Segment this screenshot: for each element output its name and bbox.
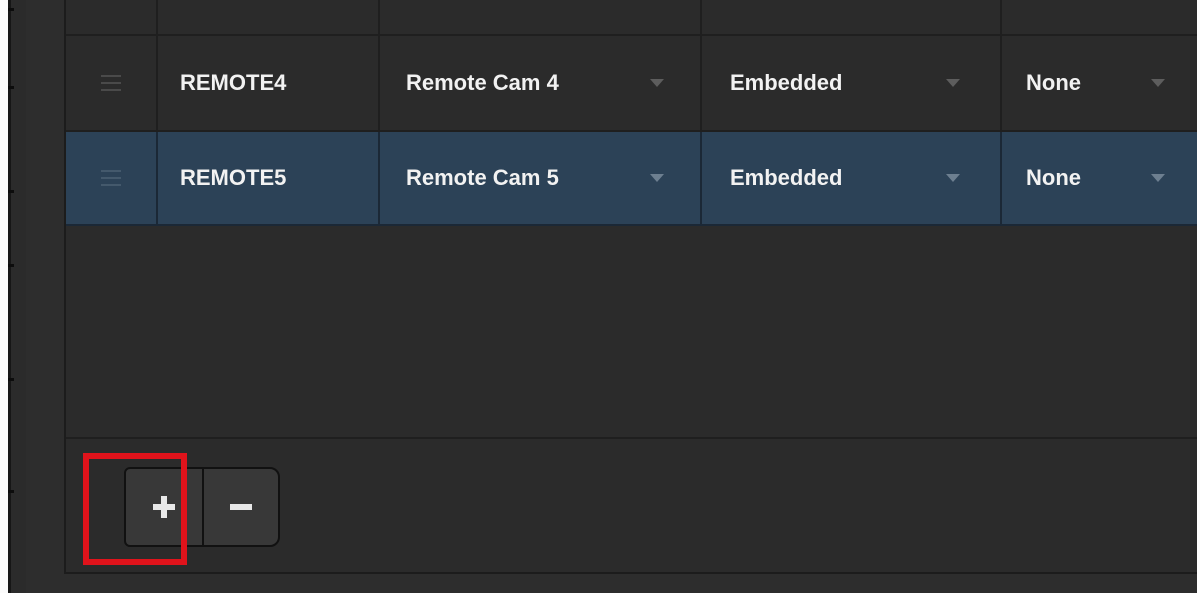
plus-icon xyxy=(153,496,175,518)
chevron-down-icon xyxy=(650,174,664,182)
edge-tick xyxy=(8,8,14,11)
left-panel-edge xyxy=(8,0,26,593)
audio-select[interactable]: Embedded xyxy=(702,36,1002,130)
chevron-down-icon xyxy=(650,79,664,87)
edge-tick xyxy=(8,378,14,381)
drag-handle[interactable] xyxy=(66,132,158,224)
edge-tick xyxy=(8,86,14,89)
camera-cell xyxy=(380,0,702,34)
edge-tick xyxy=(8,190,14,193)
audio-select-value: Embedded xyxy=(730,70,843,95)
table-row[interactable]: REMOTE4 Remote Cam 4 Embedded None xyxy=(66,36,1197,132)
mix-select[interactable]: None xyxy=(1002,132,1197,224)
chevron-down-icon xyxy=(1151,174,1165,182)
chevron-down-icon xyxy=(946,174,960,182)
inputs-panel: REMOTE4 Remote Cam 4 Embedded None REMOT… xyxy=(26,0,1197,593)
drag-handle-icon xyxy=(101,170,121,186)
table-row-partial xyxy=(66,0,1197,36)
audio-select[interactable]: Embedded xyxy=(702,132,1002,224)
chevron-down-icon xyxy=(1151,79,1165,87)
input-name: REMOTE4 xyxy=(180,70,287,95)
drag-handle-cell xyxy=(66,0,158,34)
table-row-selected[interactable]: REMOTE5 Remote Cam 5 Embedded None xyxy=(66,132,1197,226)
footer-divider xyxy=(66,437,1197,439)
add-input-button[interactable] xyxy=(124,467,204,547)
input-name-cell[interactable]: REMOTE4 xyxy=(158,36,380,130)
edge-tick xyxy=(8,490,14,493)
remove-input-button[interactable] xyxy=(202,467,280,547)
chevron-down-icon xyxy=(946,79,960,87)
camera-select-value: Remote Cam 5 xyxy=(406,165,559,190)
camera-select[interactable]: Remote Cam 5 xyxy=(380,132,702,224)
inputs-table: REMOTE4 Remote Cam 4 Embedded None REMOT… xyxy=(64,0,1197,574)
name-cell xyxy=(158,0,380,34)
mix-select-value: None xyxy=(1026,70,1081,95)
camera-select[interactable]: Remote Cam 4 xyxy=(380,36,702,130)
minus-icon xyxy=(230,504,252,510)
input-name-cell[interactable]: REMOTE5 xyxy=(158,132,380,224)
drag-handle[interactable] xyxy=(66,36,158,130)
camera-select-value: Remote Cam 4 xyxy=(406,70,559,95)
mix-select-value: None xyxy=(1026,165,1081,190)
mix-select[interactable]: None xyxy=(1002,36,1197,130)
mix-cell xyxy=(1002,0,1197,34)
audio-cell xyxy=(702,0,1002,34)
edge-tick xyxy=(8,264,14,267)
drag-handle-icon xyxy=(101,75,121,91)
audio-select-value: Embedded xyxy=(730,165,843,190)
input-name: REMOTE5 xyxy=(180,165,287,190)
